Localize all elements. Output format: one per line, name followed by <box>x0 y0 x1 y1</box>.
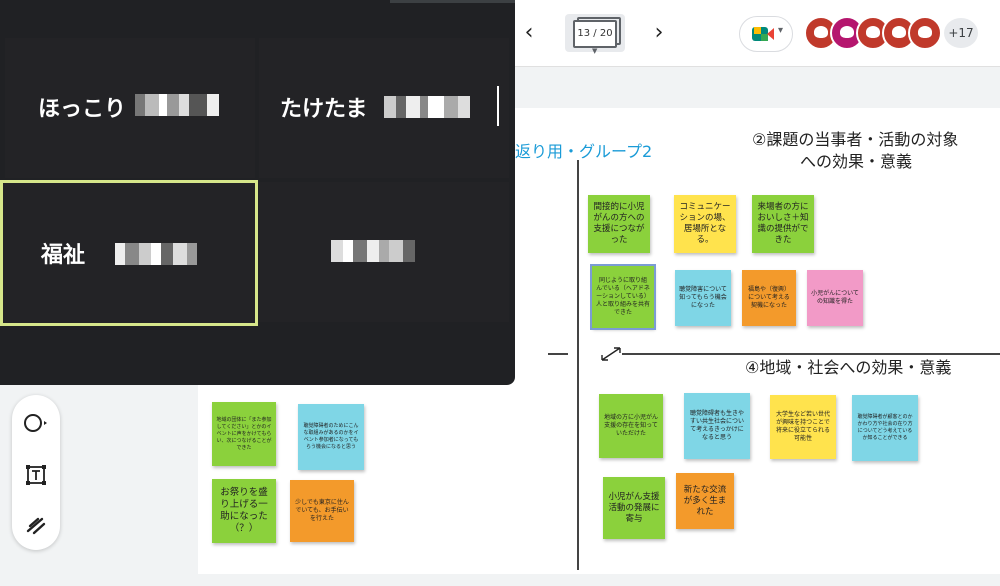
tool-palette <box>12 395 60 550</box>
sticky-note[interactable]: 大学生など若い世代が興味を持つことで将来に役立てられる可能性 <box>770 395 836 459</box>
chevron-down-icon: ▾ <box>778 25 784 36</box>
previous-frame-button[interactable]: ‹ <box>519 20 539 45</box>
sticky-note[interactable]: 聴覚障碍者が顧客とのかかわり方や社会の在り方についてどう考えているか知ることがで… <box>852 395 918 461</box>
laser-tool-button[interactable] <box>12 507 60 543</box>
avatar[interactable] <box>908 16 942 50</box>
sticky-note[interactable]: 来場者の方においしさ＋知識の提供ができた <box>752 195 814 253</box>
sticky-note[interactable]: コミュニケーションの場、居場所となる。 <box>674 195 736 253</box>
sticky-note[interactable]: 聴覚障害について知ってもらう機会になった <box>675 270 731 326</box>
sticky-note[interactable]: 聴覚障碍者も生きやすい共生社会について考えるきっかけになると思う <box>684 393 750 459</box>
sticky-note[interactable]: 新たな交流が多く生まれた <box>676 473 734 529</box>
quadrant-2-heading-line2: への効果・意義 <box>800 152 913 171</box>
sticky-note[interactable]: 少しでも東京に住んでいても、お手伝いを行えた <box>290 480 354 542</box>
meet-button[interactable]: ▾ <box>739 16 793 52</box>
quadrant-4-heading: ④地域・社会への効果・意義 <box>745 358 952 377</box>
next-frame-button[interactable]: › <box>649 20 669 45</box>
quadrant-2-heading: ②課題の当事者・活動の対象 <box>752 130 959 149</box>
sticky-note[interactable]: 福島や（復興）について考える契機になった <box>742 270 796 326</box>
participant-name: たけたま <box>280 97 368 122</box>
more-participants-count[interactable]: +17 <box>942 16 980 50</box>
participant-name: ほっこり <box>38 97 127 122</box>
sticky-note[interactable]: 聴覚障碍者のためにこんな取組みがあるのかをイベント参加者になってもらう機会になる… <box>298 404 364 470</box>
frame-title: 返り用・グループ2 <box>515 142 653 161</box>
participant-tile[interactable] <box>259 182 509 322</box>
sticky-note[interactable]: 間接的に小児がんの方への支援につながった <box>588 195 650 253</box>
laser-pointer-icon <box>26 517 46 535</box>
participant-tile[interactable]: たけたま <box>259 38 509 178</box>
text-box-tool-button[interactable] <box>12 457 60 493</box>
participant-tile[interactable]: ほっこり <box>5 38 255 178</box>
resize-cursor-icon <box>601 347 621 361</box>
sticky-note[interactable]: 地域の方に小児がん支援の存在を知っていただけた <box>599 394 663 458</box>
sticky-note[interactable]: お祭りを盛り上げる一助になった（？） <box>212 479 276 543</box>
sticky-note[interactable]: 小児がん支援活動の発展に寄与 <box>603 477 665 539</box>
quadrant-divider-horizontal <box>622 353 1000 355</box>
circle-icon <box>24 414 47 432</box>
sticky-note[interactable]: 小児がんについての知識を得た <box>807 270 863 326</box>
text-box-icon <box>26 465 46 485</box>
participant-tile-active-speaker[interactable]: 福祉 <box>0 180 258 326</box>
quadrant-divider-vertical <box>577 160 579 570</box>
frame-picker-button[interactable]: 13 / 20 ▼ <box>565 14 625 55</box>
participant-name: 福祉 <box>41 243 86 268</box>
meet-participants-overlay: ほっこり たけたま 福祉 <box>0 0 515 385</box>
blurred-name <box>115 243 197 265</box>
shape-tool-button[interactable] <box>12 405 60 441</box>
blurred-name <box>331 240 415 262</box>
sticky-note[interactable]: 同じように取り組んでいる（ヘアドネーションしている）人と取り組みを共有できた <box>590 264 656 330</box>
chevron-down-icon: ▼ <box>592 47 598 55</box>
blurred-name <box>135 94 219 116</box>
blurred-name <box>384 96 470 118</box>
sticky-note[interactable]: 地域の団体に「また参加してください」とかのイベントに声をかけてもらい、次につなげ… <box>212 402 276 466</box>
frame-counter: 13 / 20 <box>573 20 617 48</box>
